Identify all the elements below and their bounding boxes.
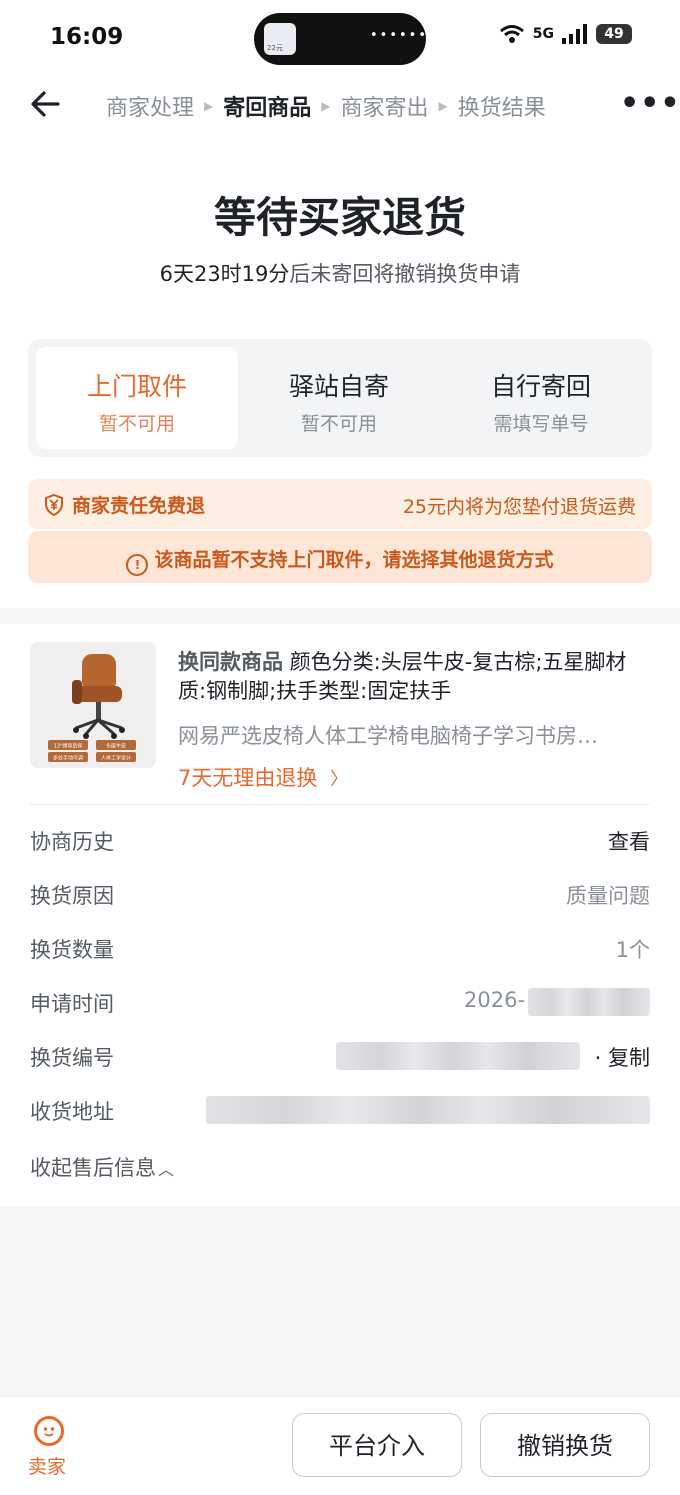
return-method-tabs: 上门取件 暂不可用 驿站自寄 暂不可用 自行寄回 需填写单号 <box>28 339 652 457</box>
seller-face-features <box>43 1427 55 1437</box>
cancel-exchange-button[interactable]: 撤销换货 <box>480 1413 650 1477</box>
tab-station-send-status: 暂不可用 <box>300 413 377 435</box>
negotiation-history-label: 协商历史 <box>30 830 114 854</box>
status-time: 16:09 <box>50 24 124 50</box>
redacted-address <box>206 1096 650 1124</box>
product-thumbnail[interactable]: 13°倾仰后仰 头层牛皮 多处手动可调 人体工学设计 <box>30 642 156 768</box>
thumb-label-3: 多处手动可调 <box>53 755 83 762</box>
page-title: 等待买家退货 <box>213 193 466 242</box>
view-history-link[interactable]: 查看 <box>608 826 650 856</box>
step-arrow-icon: ▶ <box>321 99 331 113</box>
progress-breadcrumb: 商家处理 ▶ 寄回商品 ▶ 商家寄出 ▶ 换货结果 <box>106 90 546 122</box>
thumb-label-4: 人体工学设计 <box>101 755 131 762</box>
free-return-label-group: 商家责任免费退 <box>44 491 205 518</box>
exchange-number-label: 换货编号 <box>30 1046 114 1070</box>
island-thumbnail: 22元 <box>264 23 296 55</box>
step-arrow-icon: ▶ <box>204 99 214 113</box>
back-arrow-icon[interactable] <box>28 86 64 122</box>
pickup-warning-group: ! 该商品暂不支持上门取件，请选择其他退货方式 <box>28 545 652 576</box>
island-dots-icon: •••••• <box>370 28 429 43</box>
tab-station-send[interactable]: 驿站自寄 暂不可用 <box>238 347 440 449</box>
thumb-label-2: 头层牛皮 <box>106 743 126 750</box>
free-return-notice: 商家责任免费退 25元内将为您垫付退货运费 <box>28 479 652 529</box>
tab-self-send[interactable]: 自行寄回 需填写单号 <box>440 347 642 449</box>
exchange-reason-label: 换货原因 <box>30 884 114 908</box>
product-spec: 换同款商品 颜色分类:头层牛皮-复古棕;五星脚材质:钢制脚;扶手类型:固定扶手 <box>178 648 648 706</box>
redacted-time <box>528 988 650 1016</box>
return-policy-link[interactable]: 7天无理由退换 〉 <box>178 762 348 792</box>
divider <box>30 804 650 805</box>
redacted-exchange-number <box>336 1042 580 1070</box>
step-exchange-result: 换货结果 <box>457 96 546 121</box>
step-merchant-handle: 商家处理 <box>106 96 195 121</box>
free-return-detail: 25元内将为您垫付退货运费 <box>402 496 636 518</box>
yuan-shield-icon <box>45 493 63 516</box>
tab-station-send-label: 驿站自寄 <box>288 372 389 401</box>
step-arrow-icon: ▶ <box>438 99 448 113</box>
island-thumb-text: 22元 <box>267 44 283 52</box>
warning-icon: ! <box>126 554 149 576</box>
shipping-address-label: 收货地址 <box>30 1100 114 1124</box>
exchange-reason-value: 质量问题 <box>566 884 650 908</box>
tab-door-pickup-status: 暂不可用 <box>98 413 175 435</box>
copy-number-button[interactable]: · 复制 <box>595 1042 650 1072</box>
collapse-info-toggle[interactable]: 收起售后信息 ︿ <box>30 1152 174 1182</box>
platform-intervention-button[interactable]: 平台介入 <box>292 1413 462 1477</box>
countdown-suffix: 后未寄回将撤销换货申请 <box>289 262 521 286</box>
return-policy-label: 7天无理由退换 <box>178 766 318 790</box>
pickup-warning-text: 该商品暂不支持上门取件，请选择其他退货方式 <box>154 549 554 571</box>
apply-time-value: 2026- <box>464 988 526 1012</box>
collapse-info-label: 收起售后信息 <box>30 1156 156 1180</box>
product-name[interactable]: 网易严选皮椅人体工学椅电脑椅子学习书房… <box>178 720 648 750</box>
status-icons: 5G 49 <box>499 24 632 44</box>
countdown-value: 6天23时19分 <box>159 262 290 286</box>
pickup-warning: ! 该商品暂不支持上门取件，请选择其他退货方式 <box>28 531 652 583</box>
chair-image: 13°倾仰后仰 头层牛皮 多处手动可调 人体工学设计 <box>30 642 156 768</box>
battery-icon: 49 <box>596 24 632 44</box>
wifi-icon <box>499 25 524 43</box>
signal-icon <box>562 24 587 44</box>
seller-label[interactable]: 卖家 <box>28 1452 66 1479</box>
exchange-tag: 换同款商品 <box>178 650 283 674</box>
countdown-text: 6天23时19分后未寄回将撤销换货申请 <box>0 258 680 288</box>
thumb-label-1: 13°倾仰后仰 <box>54 743 83 750</box>
exchange-quantity-value: 1个 <box>615 938 650 962</box>
chevron-up-icon: ︿ <box>158 1160 175 1179</box>
free-return-label: 商家责任免费退 <box>72 495 206 517</box>
more-menu-icon[interactable]: ••• <box>620 89 680 119</box>
seller-face-icon[interactable] <box>34 1416 64 1446</box>
section-divider <box>0 608 680 624</box>
tab-door-pickup-label: 上门取件 <box>86 372 187 401</box>
network-label: 5G <box>532 26 554 42</box>
tab-door-pickup[interactable]: 上门取件 暂不可用 <box>36 347 238 449</box>
step-merchant-ship: 商家寄出 <box>340 96 429 121</box>
apply-time-label: 申请时间 <box>30 992 114 1016</box>
tab-self-send-status: 需填写单号 <box>493 413 589 435</box>
step-return-goods: 寄回商品 <box>223 96 312 121</box>
tab-self-send-label: 自行寄回 <box>490 372 591 401</box>
exchange-quantity-label: 换货数量 <box>30 938 114 962</box>
chevron-right-icon: 〉 <box>330 769 349 790</box>
